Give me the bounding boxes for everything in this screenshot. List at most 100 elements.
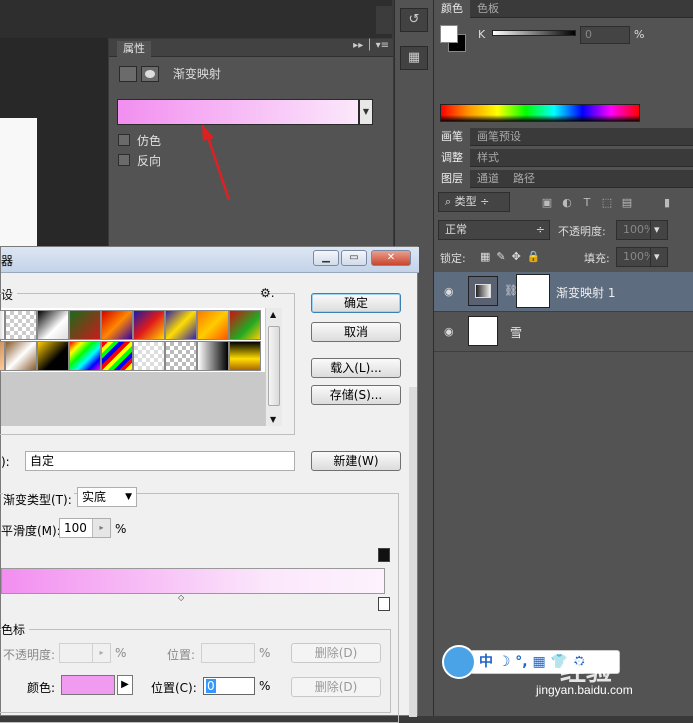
tab-brush-presets[interactable]: 画笔预设: [470, 128, 528, 146]
tab-color[interactable]: 颜色: [434, 0, 470, 18]
midpoint-diamond[interactable]: ◇: [178, 593, 184, 602]
preset-swatch[interactable]: [133, 310, 165, 340]
baidu-jingyan-watermark: 中 ☽ °, ▦ 👕 ⚙ 经验 jingyan.baidu.com: [440, 645, 690, 705]
filter-toggle-icon[interactable]: ▮: [660, 196, 674, 210]
presets-label: 设: [1, 286, 18, 303]
scroll-up-icon[interactable]: ▲: [270, 310, 276, 319]
delete-color-stop-button[interactable]: 删除(D): [291, 677, 381, 697]
preset-swatch[interactable]: [37, 310, 69, 340]
preset-swatch[interactable]: [5, 341, 37, 371]
minimize-icon[interactable]: ▁: [313, 250, 339, 266]
preset-swatch[interactable]: [229, 341, 261, 371]
opacity-dropdown-icon[interactable]: ▾: [650, 220, 668, 240]
color-stop-marker[interactable]: [378, 597, 390, 611]
panel-menu-icon[interactable]: ▸▸ │ ▾≡: [353, 40, 389, 51]
maximize-icon[interactable]: ▭: [341, 250, 367, 266]
tab-brush[interactable]: 画笔: [434, 128, 470, 146]
tab-layers[interactable]: 图层: [434, 170, 470, 188]
stop-color-swatch[interactable]: [61, 675, 115, 695]
properties-dock-icon[interactable]: ▦: [400, 46, 428, 70]
delete-opacity-stop-button[interactable]: 删除(D): [291, 643, 381, 663]
visibility-eye-icon[interactable]: ◉: [444, 325, 458, 338]
stop-color-label: 颜色:: [27, 681, 56, 695]
fill-label: 填充:: [584, 252, 610, 265]
gradient-map-preview[interactable]: [117, 99, 359, 125]
save-button[interactable]: 存储(S)...: [311, 385, 401, 405]
preset-swatch[interactable]: [197, 341, 229, 371]
preset-swatch[interactable]: [101, 310, 133, 340]
color-location-input[interactable]: 0: [203, 677, 255, 695]
preset-swatch[interactable]: [69, 341, 101, 371]
adjustment-layer-icon[interactable]: [119, 65, 137, 82]
history-icon[interactable]: ↺: [400, 8, 428, 32]
smoothness-input[interactable]: 100 ▸: [59, 518, 111, 538]
tab-adjustments[interactable]: 调整: [434, 149, 470, 167]
cancel-button[interactable]: 取消: [311, 322, 401, 342]
tab-styles[interactable]: 样式: [470, 149, 506, 167]
preset-scrollbar[interactable]: ▲ ▼: [265, 308, 282, 426]
layer-mask-thumbnail[interactable]: [516, 274, 550, 308]
preset-swatch[interactable]: [101, 341, 133, 371]
lock-icons[interactable]: ▦✎✥🔒: [480, 250, 547, 263]
blend-mode-select[interactable]: 正常 ÷: [438, 220, 550, 240]
gear-icon[interactable]: ⚙.: [260, 286, 275, 300]
reverse-label: 反向: [137, 154, 162, 168]
document-tab-strip: [0, 0, 392, 38]
preset-swatch[interactable]: [165, 310, 197, 340]
gradient-dropdown-arrow[interactable]: ▼: [359, 99, 373, 125]
tab-paths[interactable]: 路径: [506, 170, 542, 188]
stop-opacity-input[interactable]: ▸: [59, 643, 111, 663]
properties-tab[interactable]: 属性: [117, 41, 151, 57]
filter-shape-icon[interactable]: ⬚: [600, 196, 614, 210]
close-icon[interactable]: ✕: [371, 250, 411, 266]
foreground-color-swatch[interactable]: [440, 25, 458, 43]
name-input[interactable]: 自定: [25, 451, 295, 471]
filter-smart-icon[interactable]: ▤: [620, 196, 634, 210]
layer-mask-icon[interactable]: [141, 65, 159, 82]
stop-location-input[interactable]: [201, 643, 255, 663]
stop-location-label: 位置:: [167, 648, 196, 662]
color-panel-tabs: 颜色 色板: [434, 0, 693, 18]
dither-checkbox[interactable]: [118, 134, 130, 146]
name-label: ):: [1, 455, 10, 469]
filter-pixel-icon[interactable]: ▣: [540, 196, 554, 210]
color-location-label: 位置(C):: [151, 681, 197, 695]
load-button[interactable]: 载入(L)...: [311, 358, 401, 378]
layer-filter-label: 类型: [454, 195, 477, 208]
filter-adjustment-icon[interactable]: ◐: [560, 196, 574, 210]
preset-swatch[interactable]: [5, 310, 37, 340]
color-spectrum-bar[interactable]: [440, 104, 640, 122]
scrollbar-stub[interactable]: [376, 6, 392, 34]
stop-opacity-label: 不透明度:: [3, 648, 56, 662]
scroll-down-icon[interactable]: ▼: [270, 415, 276, 424]
preset-swatch[interactable]: [197, 310, 229, 340]
preset-swatch[interactable]: [165, 341, 197, 371]
layer-row-snow[interactable]: ◉ 雪: [434, 312, 693, 352]
preset-swatch[interactable]: [37, 341, 69, 371]
reverse-checkbox[interactable]: [118, 154, 130, 166]
k-channel-input[interactable]: 0: [580, 26, 630, 44]
preset-swatch[interactable]: [69, 310, 101, 340]
preset-swatch[interactable]: [229, 310, 261, 340]
scroll-thumb[interactable]: [268, 326, 280, 406]
layer-filter-select[interactable]: ⌕ 类型 ÷: [438, 192, 510, 212]
new-button[interactable]: 新建(W): [311, 451, 401, 471]
gradient-bar[interactable]: [1, 568, 385, 594]
color-menu-arrow-icon[interactable]: ▶: [117, 675, 133, 695]
visibility-eye-icon[interactable]: ◉: [444, 285, 458, 298]
ok-button[interactable]: 确定: [311, 293, 401, 313]
k-channel-slider[interactable]: [492, 30, 576, 36]
tab-channels[interactable]: 通道: [470, 170, 506, 188]
filter-type-icon[interactable]: T: [580, 196, 594, 210]
layer-row-gradient-map[interactable]: ◉ ⛓ 渐变映射 1: [434, 272, 693, 312]
dialog-titlebar[interactable]: 器 ▁ ▭ ✕: [1, 247, 419, 273]
stops-group: [0, 629, 391, 713]
properties-panel: 属性 ▸▸ │ ▾≡ 渐变映射 ▼ 仿色 反向: [108, 38, 394, 248]
tab-swatches[interactable]: 色板: [470, 0, 506, 18]
preset-swatch[interactable]: [133, 341, 165, 371]
gradient-type-select[interactable]: 实底 ▼: [77, 487, 137, 507]
adjustment-thumbnail: [468, 276, 498, 306]
canvas-area: [0, 118, 37, 258]
opacity-stop-marker[interactable]: [378, 548, 390, 562]
fill-dropdown-icon[interactable]: ▾: [650, 247, 668, 267]
